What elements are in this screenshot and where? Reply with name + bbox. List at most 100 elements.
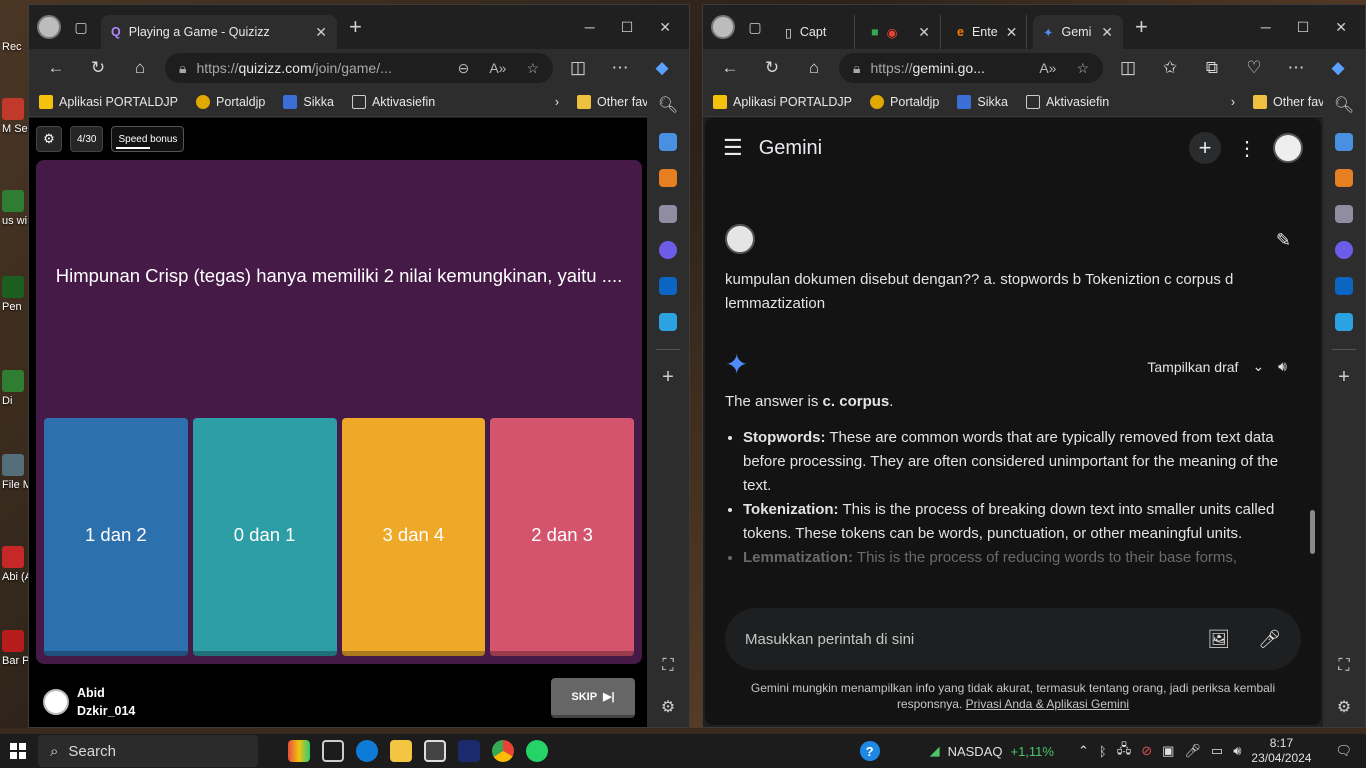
close-tab-icon[interactable]: ✕ [1101,24,1113,41]
read-aloud-icon[interactable]: A» [1039,60,1056,76]
desktop-icon[interactable]: Di [2,370,30,408]
favorite-star-icon[interactable]: ☆ [1076,60,1089,77]
favorite-item[interactable]: Aktivasiefin [1025,94,1109,109]
telegram-icon[interactable] [1335,313,1353,331]
skip-button[interactable]: SKIP ▶︎| [551,678,635,718]
task-view-icon[interactable] [322,740,344,762]
tools-icon[interactable] [1335,169,1353,187]
profile-avatar[interactable] [37,15,61,39]
edge-icon[interactable] [356,740,378,762]
desktop-icon[interactable]: Pen [2,276,30,314]
refresh-icon[interactable]: ↻ [755,53,789,83]
tab-quizizz[interactable]: Q Playing a Game - Quizizz ✕ [101,15,337,49]
sidebar-settings-icon[interactable]: ⚙ [661,697,675,717]
close-tab-icon[interactable]: ✕ [918,24,930,41]
favorite-item[interactable]: Sikka [957,94,1008,109]
desktop-icon[interactable]: us wi [2,190,30,228]
outlook-icon[interactable] [1335,277,1353,295]
device-icon[interactable]: ▣ [1162,743,1174,759]
app-icon[interactable] [458,740,480,762]
tools-icon[interactable] [659,169,677,187]
answer-option-1[interactable]: 1 dan 2 [44,418,188,656]
home-icon[interactable]: ⌂ [797,53,831,83]
desktop-icon[interactable]: Abi (Abi [2,546,30,584]
minimize-icon[interactable]: ─ [585,19,595,36]
copilot-icon[interactable]: ◆ [1321,53,1355,83]
store-icon[interactable] [424,740,446,762]
back-icon[interactable]: ← [39,53,73,83]
tab-gemini[interactable]: ✦ Gemi ✕ [1033,15,1123,49]
books-icon[interactable] [288,740,310,762]
sidebar-settings-icon[interactable]: ⚙ [1337,697,1351,717]
collections-icon[interactable]: ⧉ [1195,53,1229,83]
maximize-icon[interactable]: ☐ [1297,19,1310,36]
desktop-icon[interactable]: M Secu [2,98,30,136]
telegram-icon[interactable] [659,313,677,331]
desktop-icon[interactable]: Bar PC [2,630,30,668]
desktop-icon[interactable]: File Me [2,454,30,492]
tab-meet[interactable]: ■ ◉ ✕ [861,15,941,49]
settings-gear-icon[interactable]: ⚙ [36,126,62,152]
shopping-tag-icon[interactable] [1335,133,1353,151]
close-tab-icon[interactable]: ✕ [315,24,327,41]
screenshot-icon[interactable]: ⛶ [662,657,673,675]
network-icon[interactable]: 🖧︎ [1117,740,1132,762]
add-image-icon[interactable]: 🖼︎ [1207,629,1230,650]
speaker-icon[interactable]: 🔊︎ [1278,358,1287,375]
maximize-icon[interactable]: ☐ [621,19,634,36]
whatsapp-icon[interactable] [526,740,548,762]
volume-icon[interactable]: 🔊︎ [1233,743,1241,759]
performance-icon[interactable]: ♡ [1237,53,1271,83]
add-sidebar-app-icon[interactable]: + [1338,367,1350,387]
favorite-item[interactable]: Aplikasi PORTALDJP [39,94,178,109]
help-icon[interactable]: ? [859,741,880,761]
copilot-icon[interactable]: ◆ [645,53,679,83]
favorite-item[interactable]: Sikka [283,94,334,109]
split-screen-icon[interactable]: ◫ [561,53,595,83]
favorite-star-icon[interactable]: ☆ [526,60,539,77]
more-menu-icon[interactable]: ⋯ [603,53,637,83]
scrollbar-thumb[interactable] [1310,510,1315,554]
screenshot-icon[interactable]: ⛶ [1338,657,1349,675]
read-aloud-icon[interactable]: A» [489,60,506,76]
add-sidebar-app-icon[interactable]: + [662,367,674,387]
new-tab-button[interactable]: + [1129,14,1154,40]
home-icon[interactable]: ⌂ [123,53,157,83]
url-field[interactable]: 🔒︎ https://gemini.go... A» ☆ [839,53,1103,83]
prompt-input[interactable]: Masukkan perintah di sini 🖼︎ 🎤︎ [725,608,1301,670]
notifications-icon[interactable]: 🗨︎ [1335,743,1352,759]
search-icon[interactable]: 🔍︎ [1334,95,1354,115]
back-icon[interactable]: ← [713,53,747,83]
windows-start-icon[interactable] [0,734,36,768]
new-chat-button[interactable]: + [1189,132,1221,164]
games-icon[interactable] [1335,205,1353,223]
edit-prompt-icon[interactable]: ✎ [1276,230,1291,251]
favorites-overflow-icon[interactable]: › [555,95,559,109]
favorites-overflow-icon[interactable]: › [1231,95,1235,109]
tab-capture[interactable]: ▯ Capt [775,15,855,49]
shopping-tag-icon[interactable] [659,133,677,151]
answer-option-3[interactable]: 3 dan 4 [341,418,486,656]
more-menu-icon[interactable]: ⋯ [1279,53,1313,83]
tab-actions-icon[interactable]: ▢ [67,13,95,41]
games-icon[interactable] [659,205,677,223]
refresh-icon[interactable]: ↻ [81,53,115,83]
show-drafts-control[interactable]: Tampilkan draf ⌄ 🔊︎ [1147,358,1287,375]
zoom-out-icon[interactable]: ⊖ [458,60,470,77]
hamburger-menu-icon[interactable]: ☰ [723,135,743,161]
microphone-icon[interactable]: 🎤︎ [1258,629,1281,650]
new-tab-button[interactable]: + [343,14,368,40]
answer-option-4[interactable]: 2 dan 3 [490,418,634,656]
favorite-item[interactable]: Aktivasiefin [351,94,435,109]
search-icon[interactable]: 🔍︎ [658,95,678,115]
desktop-icon[interactable]: Rec [2,40,30,54]
stock-widget[interactable]: ◢ NASDAQ +1,11% [930,743,1054,759]
microphone-icon[interactable]: 🎤︎ [1184,743,1201,759]
close-window-icon[interactable]: ✕ [659,19,671,36]
chevron-up-icon[interactable]: ⌃ [1078,743,1089,759]
close-tab-icon[interactable]: ✕ [1006,24,1018,41]
split-screen-icon[interactable]: ◫ [1111,53,1145,83]
sync-error-icon[interactable]: ⊘ [1141,743,1152,759]
tab-enter[interactable]: e Ente ✕ [947,15,1027,49]
close-window-icon[interactable]: ✕ [1335,19,1347,36]
